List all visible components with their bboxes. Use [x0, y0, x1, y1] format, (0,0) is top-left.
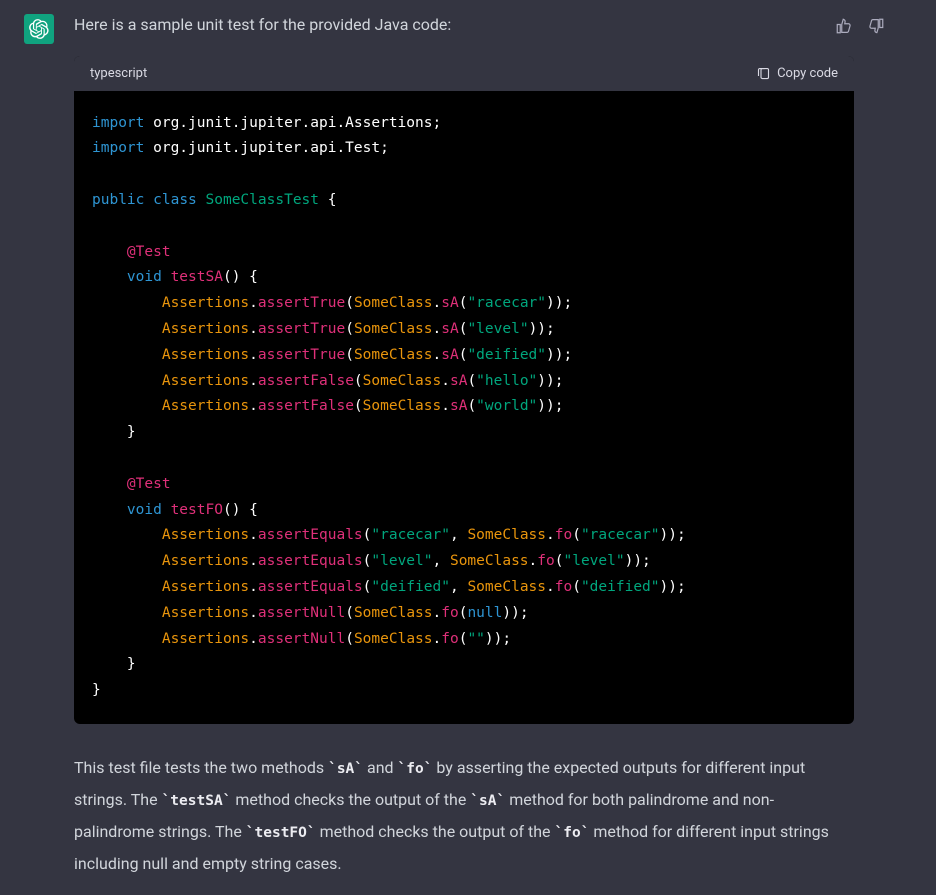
assistant-message: Here is a sample unit test for the provi…	[24, 12, 912, 880]
thumbs-down-icon	[867, 17, 885, 35]
code-language-label: typescript	[90, 66, 147, 81]
code-content[interactable]: import org.junit.jupiter.api.Assertions;…	[74, 91, 854, 724]
thumbs-up-button[interactable]	[834, 16, 854, 36]
intro-text: Here is a sample unit test for the provi…	[74, 12, 854, 38]
clipboard-icon	[756, 66, 771, 81]
copy-label: Copy code	[777, 66, 838, 81]
thumbs-up-icon	[835, 17, 853, 35]
code-header: typescript Copy code	[74, 56, 854, 91]
feedback-actions	[834, 16, 886, 36]
assistant-avatar	[24, 14, 54, 44]
explanation-text: This test file tests the two methods `sA…	[74, 752, 854, 880]
openai-logo-icon	[29, 19, 49, 39]
copy-code-button[interactable]: Copy code	[756, 66, 838, 81]
code-block: typescript Copy code import org.junit.ju…	[74, 56, 854, 724]
message-content: Here is a sample unit test for the provi…	[74, 12, 854, 880]
thumbs-down-button[interactable]	[866, 16, 886, 36]
